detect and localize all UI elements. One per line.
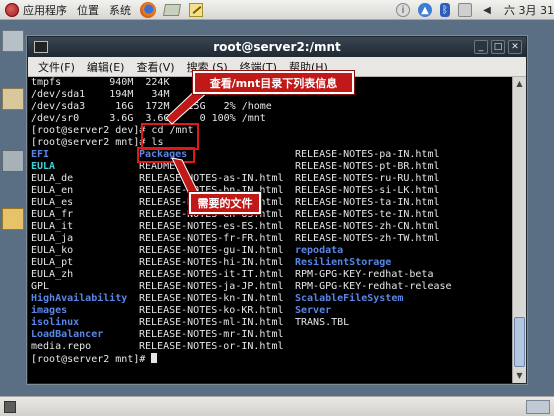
system-menu-label: 系统 xyxy=(109,3,131,17)
terminal-scrollbar[interactable]: ▲ ▼ xyxy=(512,77,526,383)
ls-entry: RELEASE-NOTES-zh-TW.html xyxy=(295,233,440,244)
places-menu[interactable]: 位置 xyxy=(72,0,104,20)
ls-entry: RELEASE-NOTES-te-IN.html xyxy=(295,209,440,220)
shell-prompt: [root@server2 mnt]# xyxy=(31,137,152,148)
system-tray: i ▲ ᛒ ◀ 六 3月 31 14 xyxy=(392,0,554,20)
places-menu-label: 位置 xyxy=(77,3,99,17)
ls-entry: RELEASE-NOTES-ta-IN.html xyxy=(295,197,440,208)
scroll-down-arrow-icon[interactable]: ▼ xyxy=(514,370,525,382)
show-desktop-icon[interactable] xyxy=(4,401,16,413)
ls-entry: ScalableFileSystem xyxy=(295,293,404,304)
ls-entry: RELEASE-NOTES-ja-JP.html xyxy=(139,281,284,292)
ls-entry: EULA_en xyxy=(31,185,74,196)
menu-view[interactable]: 查看(V) xyxy=(130,59,180,75)
ls-entry: EULA_ko xyxy=(31,245,74,256)
mail-icon xyxy=(162,3,182,16)
window-titlebar[interactable]: root@server2:/mnt _ □ ✕ xyxy=(28,37,526,57)
minimize-button[interactable]: _ xyxy=(474,40,488,54)
trash-desktop-icon[interactable] xyxy=(2,150,24,172)
ls-entry: EULA_fr xyxy=(31,209,74,220)
text-editor-icon xyxy=(189,2,203,17)
scroll-up-arrow-icon[interactable]: ▲ xyxy=(514,78,525,90)
terminal-output[interactable]: tmpfs 940M 224K /dev/sda1 194M 34M /dev/… xyxy=(28,77,512,383)
text-cursor xyxy=(151,353,158,363)
firefox-icon xyxy=(140,1,156,18)
ls-entry: RELEASE-NOTES-fr-FR.html xyxy=(139,233,284,244)
ls-entry: EFI xyxy=(31,149,50,160)
firefox-launcher[interactable] xyxy=(139,1,157,18)
ls-entry: RELEASE-NOTES-pa-IN.html xyxy=(295,149,440,160)
scrollbar-thumb[interactable] xyxy=(514,317,525,367)
close-button[interactable]: ✕ xyxy=(508,40,522,54)
gnome-foot-icon xyxy=(5,2,19,17)
ls-entry: EULA xyxy=(31,161,56,172)
bluetooth-icon[interactable]: ᛒ xyxy=(440,3,450,17)
shell-prompt: [root@server2 mnt]# xyxy=(31,354,152,365)
ls-entry: HighAvailability xyxy=(31,293,128,304)
computer-desktop-icon[interactable] xyxy=(2,30,24,52)
ls-entry: RELEASE-NOTES-as-IN.html xyxy=(139,173,284,184)
ls-entry: EULA_it xyxy=(31,221,74,232)
ls-entry: isolinux xyxy=(31,317,80,328)
ls-entry: RELEASE-NOTES-or-IN.html xyxy=(139,341,284,352)
workspace-switcher[interactable] xyxy=(526,400,550,414)
ls-entry: EULA_zh xyxy=(31,269,74,280)
folder-desktop-icon[interactable] xyxy=(2,208,24,230)
ls-entry: EULA_es xyxy=(31,197,74,208)
callout-needed-file: 需要的文件 xyxy=(189,192,261,214)
ls-entry: images xyxy=(31,305,68,316)
ls-entry: EULA_ja xyxy=(31,233,74,244)
top-panel: 应用程序 位置 系统 i ▲ ᛒ ◀ 六 3月 31 14 xyxy=(0,0,554,20)
home-desktop-icon[interactable] xyxy=(2,88,24,110)
ls-entry: ResilientStorage xyxy=(295,257,392,268)
ls-entry: GPL xyxy=(31,281,50,292)
ls-entry: RPM-GPG-KEY-redhat-beta xyxy=(295,269,434,280)
ls-entry: RELEASE-NOTES-mr-IN.html xyxy=(139,329,284,340)
ls-entry: RELEASE-NOTES-kn-IN.html xyxy=(139,293,284,304)
volume-icon[interactable]: ◀ xyxy=(480,3,494,17)
applications-menu[interactable]: 应用程序 xyxy=(0,0,72,20)
editor-launcher[interactable] xyxy=(187,2,205,18)
info-icon[interactable]: i xyxy=(396,3,410,17)
final-prompt-line: [root@server2 mnt]# xyxy=(31,353,158,365)
window-title: root@server2:/mnt xyxy=(213,40,341,54)
ls-entry: RELEASE-NOTES-si-LK.html xyxy=(295,185,440,196)
applications-menu-label: 应用程序 xyxy=(23,3,67,17)
network-icon[interactable] xyxy=(458,3,472,17)
ls-entry: LoadBalancer xyxy=(31,329,104,340)
maximize-button[interactable]: □ xyxy=(491,40,505,54)
ls-entry: EULA_de xyxy=(31,173,74,184)
ls-entry: media.repo xyxy=(31,341,92,352)
update-icon[interactable]: ▲ xyxy=(418,3,432,17)
ls-entry: RELEASE-NOTES-pt-BR.html xyxy=(295,161,440,172)
ls-entry: Server xyxy=(295,305,332,316)
ls-entry: RELEASE-NOTES-zh-CN.html xyxy=(295,221,440,232)
callout-list-info: 查看/mnt目录下列表信息 xyxy=(193,71,354,94)
ls-entry: RELEASE-NOTES-hi-IN.html xyxy=(139,257,284,268)
ls-entry: EULA_pt xyxy=(31,257,74,268)
terminal-window-icon[interactable] xyxy=(34,41,48,53)
ls-entry: RELEASE-NOTES-es-ES.html xyxy=(139,221,284,232)
ls-entry: repodata xyxy=(295,245,344,256)
system-menu[interactable]: 系统 xyxy=(104,0,136,20)
panel-clock[interactable]: 六 3月 31 14 xyxy=(504,2,554,18)
ls-entry: RELEASE-NOTES-gu-IN.html xyxy=(139,245,284,256)
bottom-taskbar xyxy=(0,396,554,416)
mail-launcher[interactable] xyxy=(162,2,182,18)
ls-entry: RELEASE-NOTES-ml-IN.html xyxy=(139,317,284,328)
menu-file[interactable]: 文件(F) xyxy=(32,59,81,75)
ls-entry: RELEASE-NOTES-ko-KR.html xyxy=(139,305,284,316)
ls-entry: RPM-GPG-KEY-redhat-release xyxy=(295,281,452,292)
ls-entry: RELEASE-NOTES-it-IT.html xyxy=(139,269,284,280)
ls-entry: TRANS.TBL xyxy=(295,317,350,328)
menu-edit[interactable]: 编辑(E) xyxy=(81,59,131,75)
ls-entry: RELEASE-NOTES-ru-RU.html xyxy=(295,173,440,184)
